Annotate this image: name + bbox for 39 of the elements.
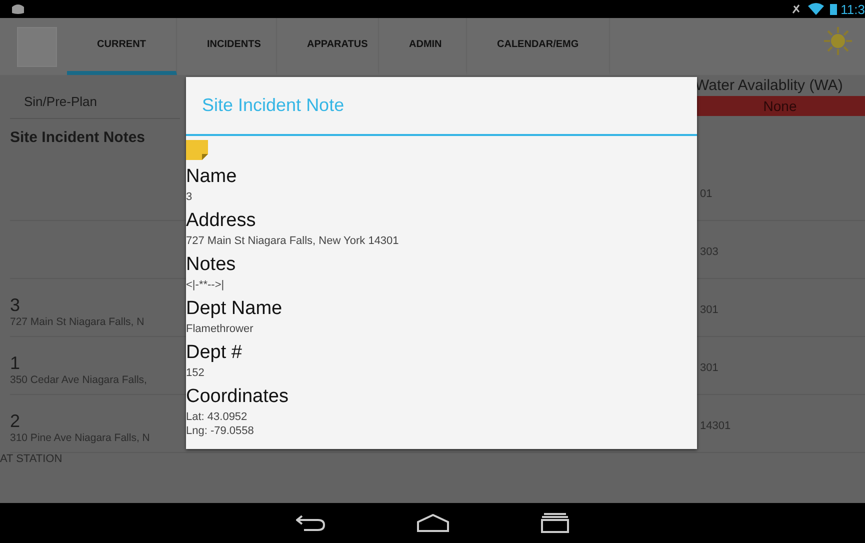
field-label: Water Availablity (WA) [695,77,844,94]
list-item-title[interactable]: 3 [10,295,186,316]
section-title: Site Incident Notes [10,129,146,146]
tab[interactable]: CURRENT [67,18,177,75]
wifi-icon [808,3,824,15]
field-label: Address [186,209,257,233]
field-label: Dept Name [186,297,284,321]
back-icon[interactable] [296,514,326,532]
field-value: Lng: -79.0558 [186,424,255,438]
tab[interactable]: INCIDENTS [177,18,277,75]
list-item-text: 14301 [700,420,732,434]
field-value: Lat: 43.0952 [186,410,248,424]
dialog-title: Site Incident Note [186,77,697,136]
field-label: Coordinates [186,385,290,409]
tab[interactable]: APPARATUS [277,18,379,75]
list-item-title[interactable]: 2 [10,411,186,432]
recent-apps-icon[interactable] [540,513,570,533]
note-icon [186,140,208,160]
list-item-text: 303 [700,246,720,260]
status-value: None [695,96,865,116]
field-value: 152 [186,366,206,380]
status-text: AT STATION [0,453,64,465]
field-value: Flamethrower [186,322,254,336]
field-label: Notes [186,253,237,277]
list-item-text: 01 [700,188,714,202]
field-label: Name [186,165,238,189]
list-item-text: 301 [700,362,720,376]
home-icon[interactable] [416,514,450,532]
dropdown[interactable]: Sin/Pre-Plan [10,85,180,119]
field-value: 3 [186,190,194,204]
list-item-title[interactable]: 1 [10,353,186,374]
clock: 11:3 [840,2,865,16]
battery-icon [830,3,837,15]
field-label: Dept # [186,341,243,365]
field-value: 727 Main St Niagara Falls, New York 14301 [186,234,400,248]
list-item-text: 301 [700,304,720,318]
field-value: <|-**-->| [186,278,226,292]
tab[interactable]: CALENDAR/EMG [467,18,610,75]
tab[interactable]: ADMIN [379,18,467,75]
